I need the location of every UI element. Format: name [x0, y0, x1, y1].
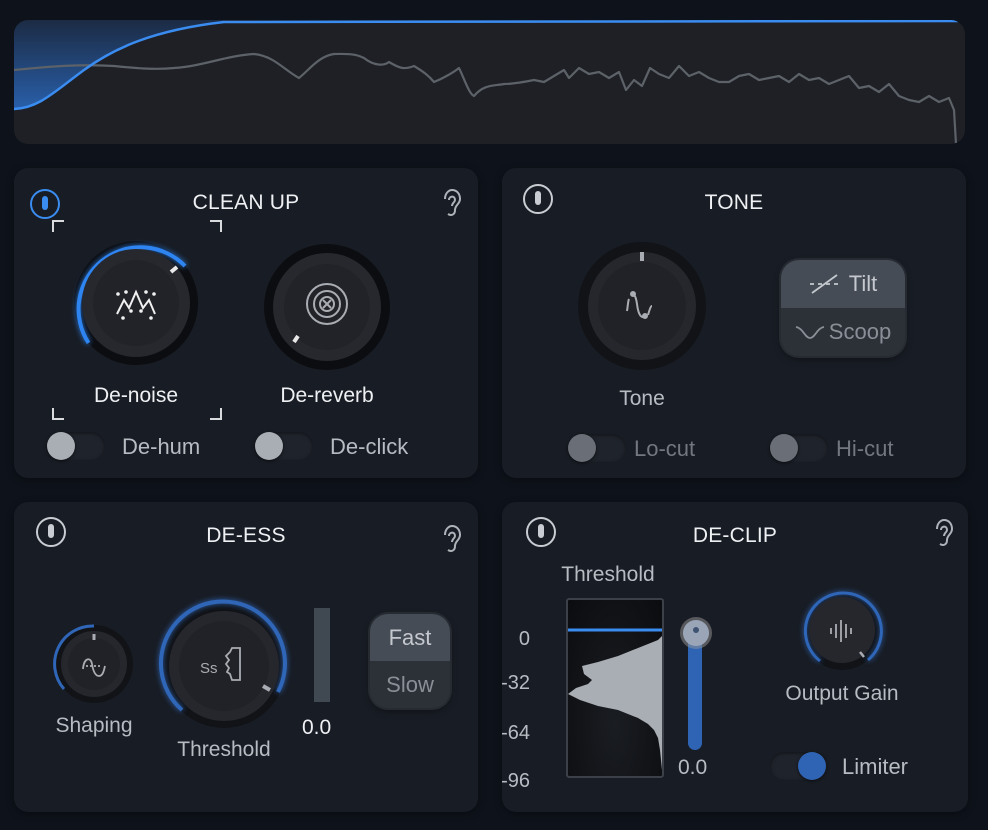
deess-threshold-label: Threshold [177, 738, 271, 761]
scale-tick: 0 [518, 628, 530, 650]
threshold-slider-thumb[interactable] [683, 620, 709, 646]
speed-selector[interactable]: Fast Slow [370, 614, 450, 708]
reverb-icon [306, 283, 348, 325]
denoise-knob[interactable] [71, 238, 201, 368]
spectrum-display[interactable] [14, 20, 965, 144]
locut-toggle[interactable] [568, 434, 626, 462]
tilt-option[interactable]: Tilt [781, 260, 905, 308]
deess-reduction-meter [314, 608, 330, 702]
tone-mode-selector[interactable]: Tilt Scoop [781, 260, 905, 356]
declip-threshold-value: 0.0 [678, 756, 708, 779]
hicut-toggle[interactable] [770, 434, 828, 462]
tone-panel: TONE Tone Tilt Scoop Lo-cut Hi-cut [502, 168, 966, 478]
scoop-icon [795, 326, 825, 339]
dereverb-label: De-reverb [280, 384, 374, 407]
declip-panel: DE-CLIP Threshold 0 -32 -64 -96 0.0 Outp… [501, 502, 968, 812]
toggle-thumb [770, 434, 798, 462]
cleanup-panel: CLEAN UP De-noise De-reverb De-hum De-cl… [14, 168, 478, 478]
toggle-thumb [568, 434, 596, 462]
tilt-label: Tilt [848, 271, 878, 296]
shaping-knob[interactable] [53, 624, 134, 704]
declip-threshold-label: Threshold [561, 563, 655, 586]
cleanup-title: CLEAN UP [192, 191, 300, 214]
ear-listen-icon[interactable] [440, 524, 462, 554]
declick-toggle[interactable] [255, 432, 313, 460]
tone-knob[interactable] [578, 242, 706, 370]
shaping-label: Shaping [55, 714, 133, 737]
toggle-thumb [47, 432, 75, 460]
tone-title: TONE [704, 191, 764, 214]
spectrum-graph [14, 20, 959, 144]
output-gain-knob[interactable] [802, 591, 883, 672]
fast-option[interactable]: Fast [370, 614, 450, 661]
tilt-icon [809, 274, 838, 294]
slow-option[interactable]: Slow [370, 661, 450, 708]
declip-title: DE-CLIP [692, 524, 778, 547]
locut-label: Lo-cut [634, 436, 696, 461]
toggle-thumb [798, 752, 826, 780]
toggle-thumb [255, 432, 283, 460]
deess-title: DE-ESS [206, 524, 286, 547]
ear-listen-icon[interactable] [932, 518, 954, 548]
eq-curve [14, 20, 959, 111]
spectrum-trace [14, 52, 958, 144]
deess-meter-value: 0.0 [302, 716, 332, 739]
histogram-shape [568, 636, 662, 770]
dehum-toggle[interactable] [47, 432, 105, 460]
scoop-label: Scoop [828, 319, 892, 344]
declick-label: De-click [330, 434, 409, 459]
deess-threshold-knob[interactable]: Ss [158, 599, 288, 730]
limiter-label: Limiter [842, 754, 909, 779]
dehum-label: De-hum [122, 434, 201, 459]
output-gain-label: Output Gain [785, 682, 899, 705]
limiter-toggle[interactable] [770, 752, 828, 780]
svg-text:Ss: Ss [200, 660, 218, 677]
hicut-label: Hi-cut [836, 436, 894, 461]
scoop-option[interactable]: Scoop [781, 308, 905, 356]
scale-tick: -32 [501, 672, 530, 694]
denoise-label: De-noise [93, 384, 179, 407]
scale-tick: -96 [501, 770, 530, 792]
deess-panel: DE-ESS Shaping Ss Threshold 0.0 Fast Slo… [14, 502, 478, 812]
scale-tick: -64 [501, 722, 530, 744]
level-histogram [566, 598, 664, 778]
ear-listen-icon[interactable] [440, 188, 462, 218]
tone-label: Tone [619, 387, 665, 410]
dereverb-knob[interactable] [264, 244, 390, 370]
